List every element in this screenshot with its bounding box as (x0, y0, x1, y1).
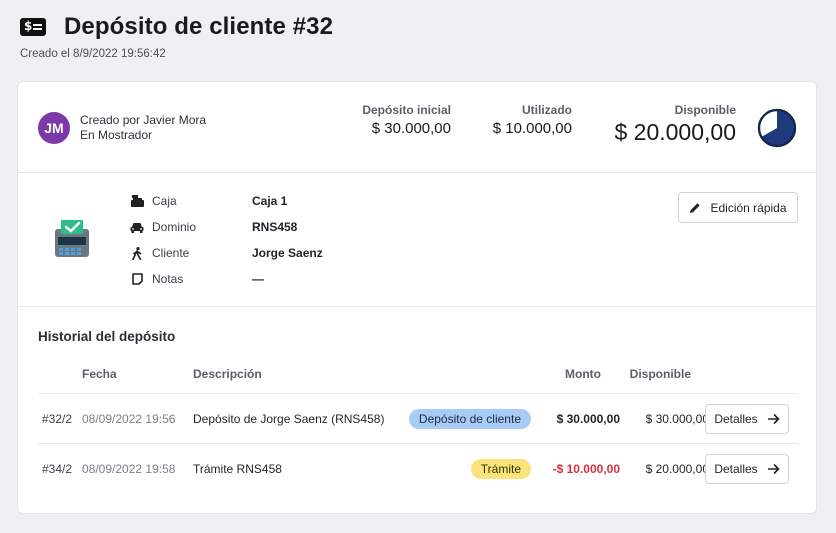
person-walking-icon (130, 246, 144, 260)
location-text: En Mostrador (80, 128, 153, 142)
note-icon (130, 272, 144, 286)
row-date: 08/09/2022 19:56 (82, 412, 176, 426)
column-header-descripcion: Descripción (193, 367, 262, 381)
info-value: — (252, 272, 264, 286)
arrow-right-icon (767, 464, 780, 474)
car-icon (130, 220, 144, 234)
details-label: Detalles (714, 462, 758, 476)
summary-section: JM Creado por Javier Mora En Mostrador D… (18, 82, 816, 173)
row-badge-cell: Depósito de cliente (408, 394, 531, 444)
info-label: Notas (152, 272, 184, 286)
info-label: Caja (152, 194, 177, 208)
row-id: #32/2 (42, 412, 73, 426)
row-description: Trámite RNS458 (193, 462, 282, 476)
created-date: Creado el 8/9/2022 19:56:42 (20, 48, 166, 60)
info-value: RNS458 (252, 220, 298, 234)
initial-deposit-value: $ 30.000,00 (371, 120, 451, 137)
type-badge: Trámite (470, 459, 531, 479)
used-stat: Utilizado $ 10.000,00 (493, 103, 572, 137)
details-section: Caja Caja 1 Dominio RNS458 Cliente Jorge… (18, 173, 816, 307)
table-row: #34/2 08/09/2022 19:58 Trámite RNS458 Tr… (38, 444, 798, 495)
quick-edit-button[interactable]: Edición rápida (678, 192, 798, 223)
info-row-cliente: Cliente Jorge Saenz (130, 245, 323, 261)
row-badge-cell: Trámite (470, 444, 531, 494)
row-amount: -$ 10.000,00 (552, 462, 620, 476)
page-title: Depósito de cliente #32 (64, 13, 334, 40)
row-amount: $ 30.000,00 (556, 412, 620, 426)
info-value: Caja 1 (252, 194, 288, 208)
payment-terminal-icon (55, 220, 89, 257)
available-label: Disponible (674, 103, 736, 117)
history-title: Historial del depósito (38, 329, 176, 344)
avatar: JM (38, 112, 70, 144)
info-value: Jorge Saenz (252, 246, 323, 260)
available-value: $ 20.000,00 (614, 119, 736, 145)
cash-register-icon (130, 194, 144, 208)
initial-deposit-label: Depósito inicial (362, 103, 451, 117)
initial-deposit-stat: Depósito inicial $ 30.000,00 (362, 103, 451, 137)
details-button[interactable]: Detalles (705, 404, 789, 434)
row-available: $ 30.000,00 (645, 412, 709, 426)
column-header-fecha: Fecha (82, 367, 117, 381)
creator-info: Creado por Javier Mora En Mostrador (80, 113, 206, 143)
pencil-icon (689, 202, 701, 214)
used-value: $ 10.000,00 (492, 120, 572, 137)
info-label: Cliente (152, 246, 190, 260)
deposit-card: JM Creado por Javier Mora En Mostrador D… (17, 81, 817, 514)
quick-edit-label: Edición rápida (710, 200, 787, 215)
info-row-dominio: Dominio RNS458 (130, 219, 297, 235)
money-bill-icon: $ (20, 18, 46, 36)
row-date: 08/09/2022 19:58 (82, 462, 176, 476)
info-row-caja: Caja Caja 1 (130, 193, 287, 209)
used-label: Utilizado (522, 103, 572, 117)
column-header-monto: Monto (565, 367, 601, 381)
info-row-notas: Notas — (130, 271, 264, 287)
column-header-disponible: Disponible (629, 367, 691, 381)
details-label: Detalles (714, 412, 758, 426)
row-description: Depósito de Jorge Saenz (RNS458) (193, 412, 385, 426)
available-stat: Disponible $ 20.000,00 (614, 103, 736, 146)
type-badge: Depósito de cliente (408, 409, 531, 429)
details-button[interactable]: Detalles (705, 454, 789, 484)
row-id: #34/2 (42, 462, 73, 476)
arrow-right-icon (767, 414, 780, 424)
info-label: Dominio (152, 220, 197, 234)
available-pie-chart (757, 108, 797, 148)
created-by-text: Creado por Javier Mora (80, 113, 207, 127)
page-header: $ Depósito de cliente #32 Creado el 8/9/… (20, 12, 816, 60)
table-row: #32/2 08/09/2022 19:56 Depósito de Jorge… (38, 393, 798, 444)
row-available: $ 20.000,00 (645, 462, 709, 476)
